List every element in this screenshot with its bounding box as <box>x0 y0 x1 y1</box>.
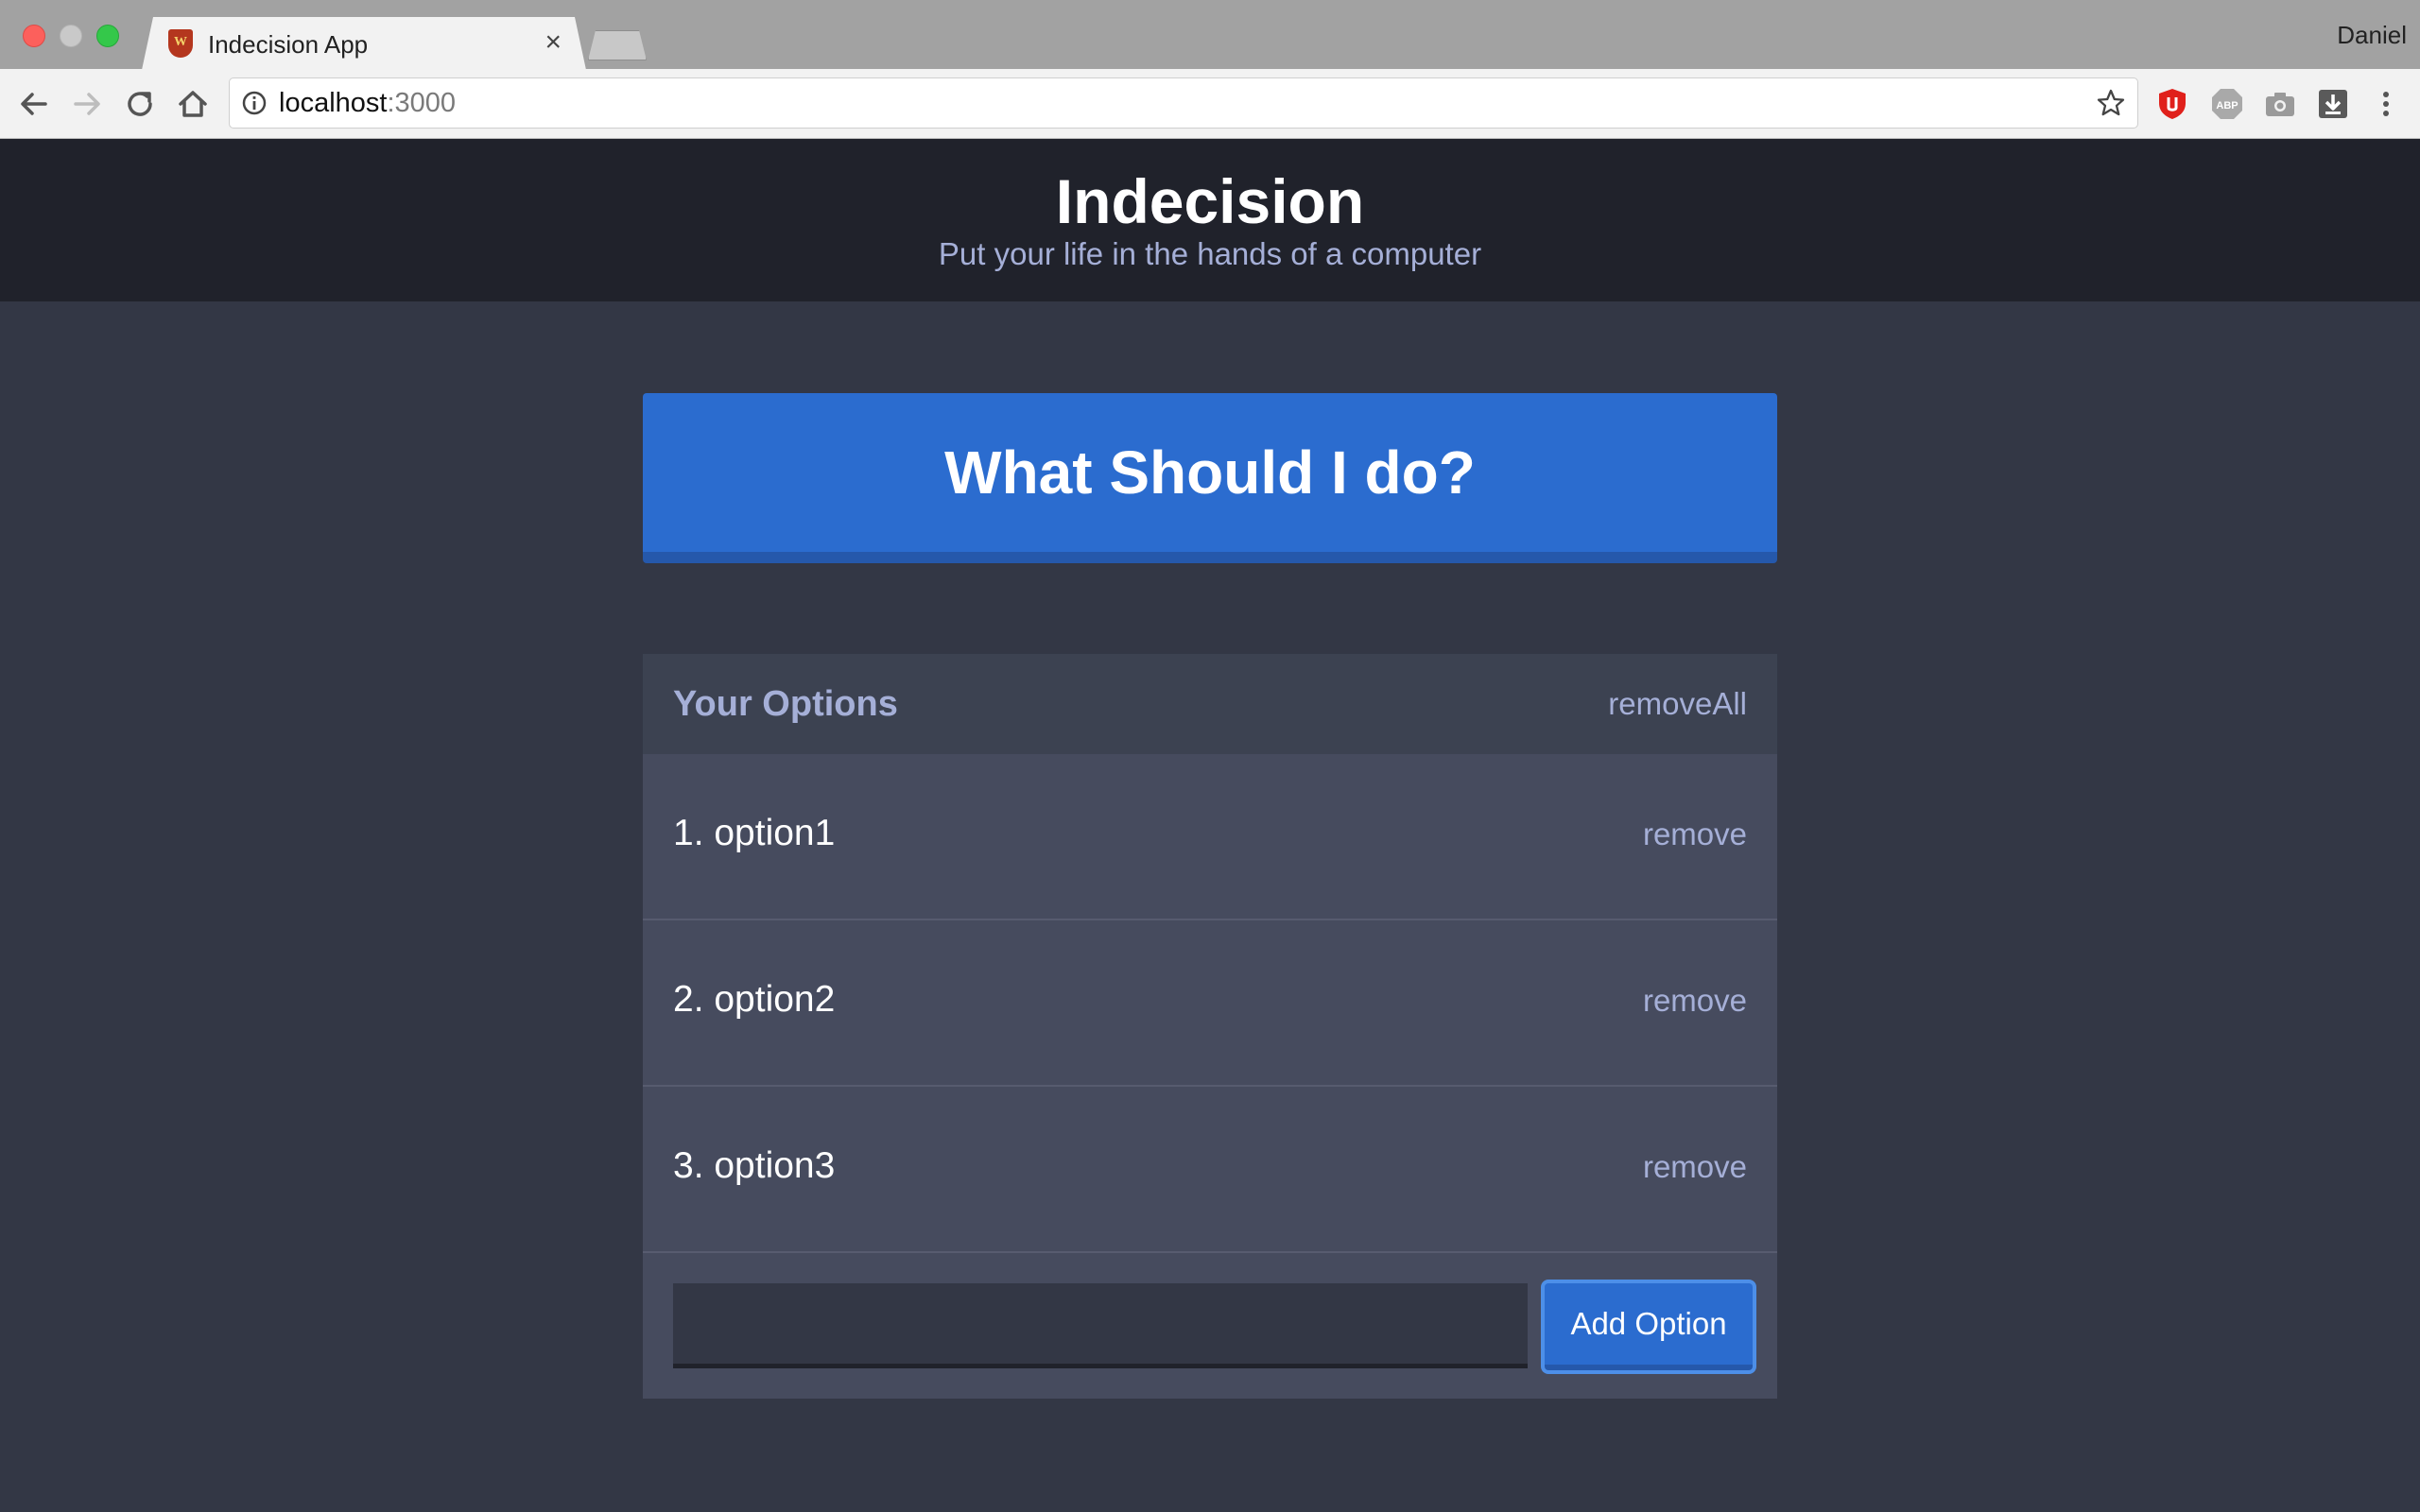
menu-dots-icon[interactable] <box>2369 87 2403 121</box>
option-input[interactable] <box>673 1283 1528 1368</box>
options-title: Your Options <box>673 684 898 724</box>
add-option-form: Add Option <box>643 1251 1777 1399</box>
bookmark-star-icon[interactable] <box>2096 88 2126 118</box>
ublock-icon[interactable] <box>2155 87 2189 121</box>
maximize-window-button[interactable] <box>96 25 119 47</box>
remove-option-1-button[interactable]: remove <box>1643 815 1747 854</box>
options-widget: Your Options removeAll 1. option1 remove… <box>643 654 1777 1399</box>
download-icon[interactable] <box>2316 87 2350 121</box>
new-tab-button[interactable] <box>588 30 647 60</box>
profile-name[interactable]: Daniel <box>2337 21 2407 50</box>
forward-arrow-icon[interactable] <box>68 85 106 123</box>
app-title: Indecision <box>1055 166 1365 236</box>
close-window-button[interactable] <box>23 25 45 47</box>
browser-tab-active[interactable]: W Indecision App × <box>142 17 586 70</box>
back-arrow-icon[interactable] <box>15 85 53 123</box>
remove-option-3-button[interactable]: remove <box>1643 1147 1747 1187</box>
tab-title: Indecision App <box>208 30 369 59</box>
what-should-i-do-button[interactable]: What Should I do? <box>643 393 1777 563</box>
option-item-3: 3. option3 remove <box>643 1087 1777 1253</box>
url-port: :3000 <box>387 88 457 118</box>
minimize-window-button[interactable] <box>60 25 82 47</box>
option-text: 3. option3 <box>673 1145 836 1186</box>
option-item-1: 1. option1 remove <box>643 754 1777 920</box>
reload-icon[interactable] <box>121 85 159 123</box>
address-bar[interactable]: localhost:3000 <box>229 77 2138 129</box>
adblock-plus-icon[interactable]: ABP <box>2210 87 2244 121</box>
app-subtitle: Put your life in the hands of a computer <box>938 236 1482 271</box>
remove-all-button[interactable]: removeAll <box>1608 684 1747 724</box>
tab-close-icon[interactable]: × <box>544 26 562 59</box>
option-item-2: 2. option2 remove <box>643 920 1777 1087</box>
screenshot-camera-icon[interactable] <box>2263 87 2297 121</box>
options-header: Your Options removeAll <box>643 654 1777 754</box>
remove-option-2-button[interactable]: remove <box>1643 981 1747 1021</box>
favicon-shield-icon: W <box>168 29 193 58</box>
option-text: 2. option2 <box>673 979 836 1020</box>
browser-tab-strip: W Indecision App × Daniel <box>0 0 2420 70</box>
app-header: Indecision Put your life in the hands of… <box>0 139 2420 301</box>
url-host: localhost <box>279 88 388 118</box>
url-text: localhost:3000 <box>279 86 456 120</box>
add-option-button[interactable]: Add Option <box>1545 1283 1753 1370</box>
svg-text:ABP: ABP <box>2216 100 2238 112</box>
home-icon[interactable] <box>174 85 212 123</box>
option-text: 1. option1 <box>673 813 836 853</box>
info-icon[interactable] <box>241 90 268 116</box>
browser-toolbar: localhost:3000 ABP <box>0 69 2420 139</box>
